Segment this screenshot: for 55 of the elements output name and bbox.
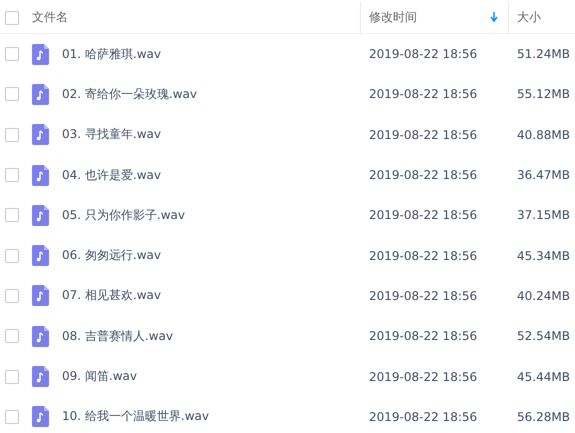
modified-time: 2019-08-22 18:56 (369, 168, 478, 182)
file-size: 45.34MB (517, 248, 570, 263)
music-file-icon (32, 204, 49, 226)
sort-down-icon[interactable] (490, 12, 498, 23)
music-file-icon (32, 326, 49, 347)
column-header[interactable]: 大小 (517, 9, 541, 26)
row-checkbox[interactable] (5, 128, 19, 142)
file-size: 55.12MB (517, 87, 570, 102)
file-name[interactable]: 07. 相见甚欢.wav (62, 287, 161, 304)
file-name[interactable]: 04. 也许是爱.wav (62, 166, 161, 184)
modified-time: 2019-08-22 18:56 (369, 288, 478, 303)
row-checkbox[interactable] (5, 248, 19, 263)
music-file-icon (32, 285, 49, 306)
modified-time: 2019-08-22 18:56 (369, 410, 478, 424)
modified-time: 2019-08-22 18:56 (369, 208, 478, 222)
file-name[interactable]: 05. 只为你作影子.wav (62, 206, 185, 224)
row-checkbox[interactable] (5, 370, 19, 384)
music-file-icon (32, 366, 49, 388)
music-file-icon (32, 84, 49, 105)
file-name[interactable]: 10. 给我一个温暖世界.wav (62, 408, 209, 426)
file-name[interactable]: 02. 寄给你一朵玫瑰.wav (62, 86, 197, 103)
column-header[interactable]: 修改时间 (369, 9, 417, 26)
modified-time: 2019-08-22 18:56 (369, 370, 478, 384)
file-name[interactable]: 08. 吉普赛情人.wav (62, 328, 173, 345)
row-checkbox[interactable] (5, 208, 19, 222)
music-file-icon (32, 245, 49, 266)
music-file-icon (32, 124, 49, 146)
row-checkbox[interactable] (5, 47, 19, 62)
row-checkbox[interactable] (5, 168, 19, 182)
column-header[interactable]: 文件名 (32, 9, 68, 26)
music-file-icon (32, 164, 49, 186)
row-checkbox[interactable] (5, 329, 19, 344)
file-size: 40.88MB (517, 128, 570, 142)
select-all-checkbox[interactable] (5, 10, 19, 24)
row-checkbox[interactable] (5, 87, 19, 102)
file-name[interactable]: 03. 寻找童年.wav (62, 126, 161, 144)
row-checkbox[interactable] (5, 288, 19, 303)
modified-time: 2019-08-22 18:56 (369, 329, 478, 344)
modified-time: 2019-08-22 18:56 (369, 248, 478, 263)
modified-time: 2019-08-22 18:56 (369, 87, 478, 102)
file-name[interactable]: 01. 哈萨雅琪.wav (62, 46, 161, 63)
modified-time: 2019-08-22 18:56 (369, 47, 478, 62)
row-checkbox[interactable] (5, 410, 19, 424)
file-size: 37.15MB (517, 208, 570, 222)
file-size: 36.47MB (517, 168, 570, 182)
file-size: 40.24MB (517, 288, 570, 303)
music-file-icon (32, 44, 49, 65)
file-size: 45.44MB (517, 370, 570, 384)
file-size: 52.54MB (517, 329, 570, 344)
file-name[interactable]: 09. 闻笛.wav (62, 368, 137, 386)
file-name[interactable]: 06. 匆匆远行.wav (62, 247, 161, 264)
file-size: 56.28MB (517, 410, 570, 424)
modified-time: 2019-08-22 18:56 (369, 128, 478, 142)
file-size: 51.24MB (517, 47, 570, 62)
music-file-icon (32, 406, 49, 428)
